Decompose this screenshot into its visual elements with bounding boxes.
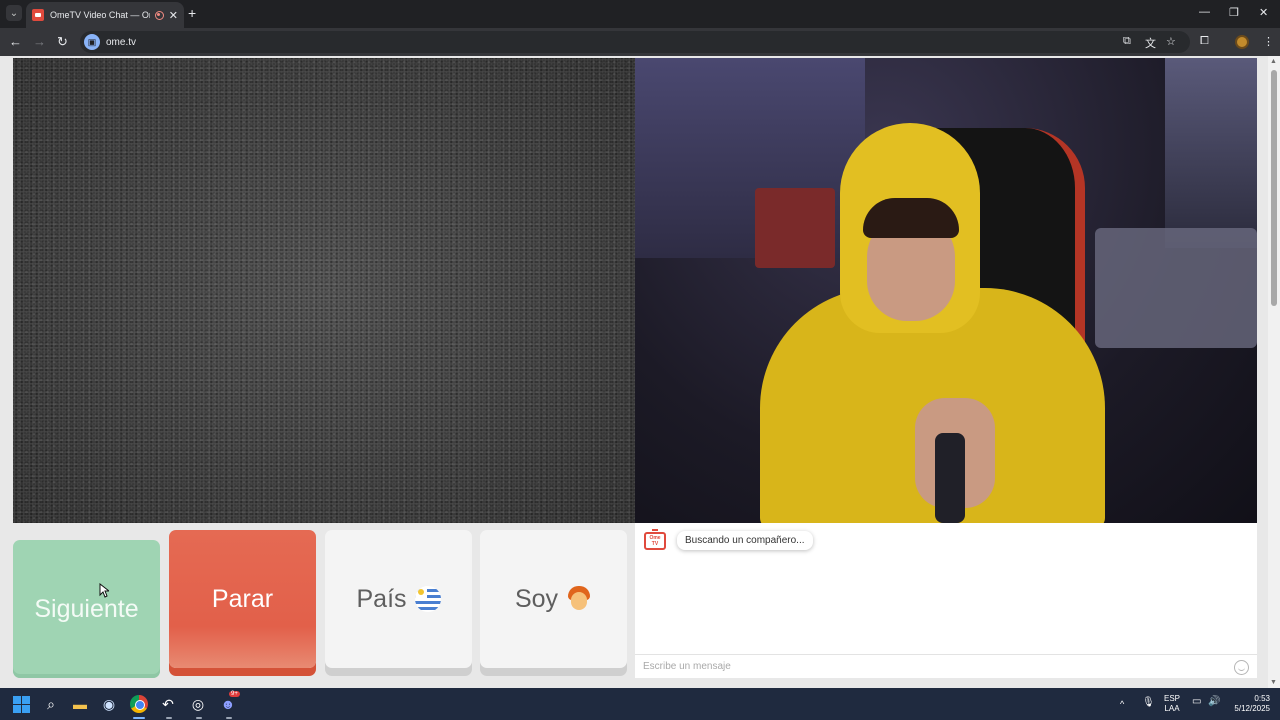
chat-panel: Ome TV Buscando un compañero... Escribe … <box>635 523 1257 678</box>
message-input[interactable]: Escribe un mensaje <box>635 654 1257 678</box>
obs-icon[interactable]: ◎ <box>188 694 208 714</box>
ometv-favicon <box>32 9 44 21</box>
obs-running-indicator <box>196 717 202 719</box>
boy-emoji-icon <box>566 586 592 612</box>
windows-taskbar: ⌕ ▬ ◉ ↶ ◎ ☻ 9+ ^ 🎙 ESP LAA ▭ 🔊 0:53 5/12… <box>0 688 1280 720</box>
chrome-running-indicator <box>133 717 145 719</box>
gender-button-label: Soy <box>514 584 559 613</box>
show-hidden-icons-icon[interactable]: ^ <box>1120 699 1124 709</box>
scrollbar-thumb[interactable] <box>1271 70 1277 306</box>
partner-video-static <box>13 58 635 523</box>
clock[interactable]: 0:53 5/12/2025 <box>1228 694 1270 714</box>
new-tab-icon[interactable]: + <box>188 5 196 21</box>
extensions-icon[interactable]: ⧠ <box>1200 35 1209 48</box>
forward-icon[interactable]: → <box>33 34 46 49</box>
country-button[interactable]: País <box>325 530 472 668</box>
file-explorer-icon[interactable]: ▬ <box>70 694 90 714</box>
tab-title: OmeTV Video Chat — Omegle... <box>50 10 150 20</box>
status-message: Buscando un compañero... <box>677 531 813 550</box>
room-bed <box>1095 228 1257 348</box>
volume-icon[interactable]: 🔊 <box>1208 697 1220 707</box>
install-icon[interactable]: ⧉ <box>1123 35 1131 48</box>
discord-icon[interactable]: ☻ <box>218 694 238 714</box>
recording-icon <box>154 10 164 20</box>
browser-tab[interactable]: OmeTV Video Chat — Omegle... ✕ <box>26 2 184 28</box>
reload-icon[interactable]: ↻ <box>57 34 68 50</box>
restore-icon[interactable]: ❐ <box>1229 6 1239 19</box>
room-window <box>1165 58 1257 248</box>
emoji-picker-icon[interactable] <box>1234 660 1249 675</box>
discord-badge: 9+ <box>229 691 240 697</box>
room-box <box>755 188 835 268</box>
url-text: ome.tv <box>106 36 137 48</box>
clock-time: 0:53 <box>1254 694 1270 703</box>
self-camera-video <box>635 58 1257 523</box>
gender-button[interactable]: Soy <box>480 530 627 668</box>
close-window-icon[interactable]: ✕ <box>1259 6 1268 19</box>
start-menu-icon[interactable] <box>11 694 31 714</box>
stop-button[interactable]: Parar <box>169 530 316 668</box>
browser-toolbar: ← → ↻ ▣ ome.tv ⧉ 文 ☆ ⧠ ⋮ <box>0 28 1280 56</box>
next-button-label: Siguiente <box>34 594 139 623</box>
ometv-logo-icon: Ome TV <box>644 529 666 550</box>
scroll-down-icon[interactable]: ▼ <box>1270 679 1277 686</box>
discord-running-indicator <box>226 717 232 719</box>
menu-icon[interactable]: ⋮ <box>1263 35 1274 48</box>
close-tab-icon[interactable]: ✕ <box>169 9 178 22</box>
tab-search-icon[interactable]: ⌄ <box>6 5 22 21</box>
uruguay-flag-icon <box>414 586 441 612</box>
bottle <box>935 433 965 523</box>
page-scrollbar[interactable]: ▲ ▼ <box>1268 56 1280 688</box>
stop-button-label: Parar <box>211 584 274 613</box>
microphone-icon[interactable]: 🎙 <box>1142 698 1155 708</box>
scroll-up-icon[interactable]: ▲ <box>1270 58 1277 65</box>
bookmark-star-icon[interactable]: ☆ <box>1166 35 1176 48</box>
back-icon[interactable]: ← <box>9 34 22 49</box>
next-button[interactable]: Siguiente <box>13 540 160 678</box>
language-code: ESP <box>1164 694 1181 703</box>
keyboard-layout: LAA <box>1164 704 1180 713</box>
person-hair <box>863 198 959 238</box>
minimize-icon[interactable]: — <box>1199 6 1210 18</box>
country-button-label: País <box>356 584 407 613</box>
input-language[interactable]: ESP LAA <box>1164 694 1180 714</box>
translate-icon[interactable]: 文 <box>1145 35 1156 51</box>
address-bar[interactable]: ▣ ome.tv <box>80 31 1190 53</box>
ometv-page: Siguiente Parar País Soy Ome TV Buscando… <box>0 56 1280 688</box>
steam-icon[interactable]: ◉ <box>99 694 119 714</box>
mouse-cursor-icon <box>99 583 109 598</box>
site-info-icon[interactable]: ▣ <box>84 34 100 50</box>
browser-tab-bar: ⌄ OmeTV Video Chat — Omegle... ✕ + — ❐ ✕ <box>0 0 1280 28</box>
network-icon[interactable]: ▭ <box>1192 697 1201 707</box>
app-running-indicator <box>166 717 172 719</box>
chrome-icon[interactable] <box>129 694 149 714</box>
clock-date: 5/12/2025 <box>1234 704 1270 713</box>
message-input-placeholder: Escribe un mensaje <box>643 661 731 672</box>
search-icon[interactable]: ⌕ <box>41 694 61 714</box>
profile-icon[interactable] <box>1235 35 1249 49</box>
app-icon[interactable]: ↶ <box>158 694 178 714</box>
